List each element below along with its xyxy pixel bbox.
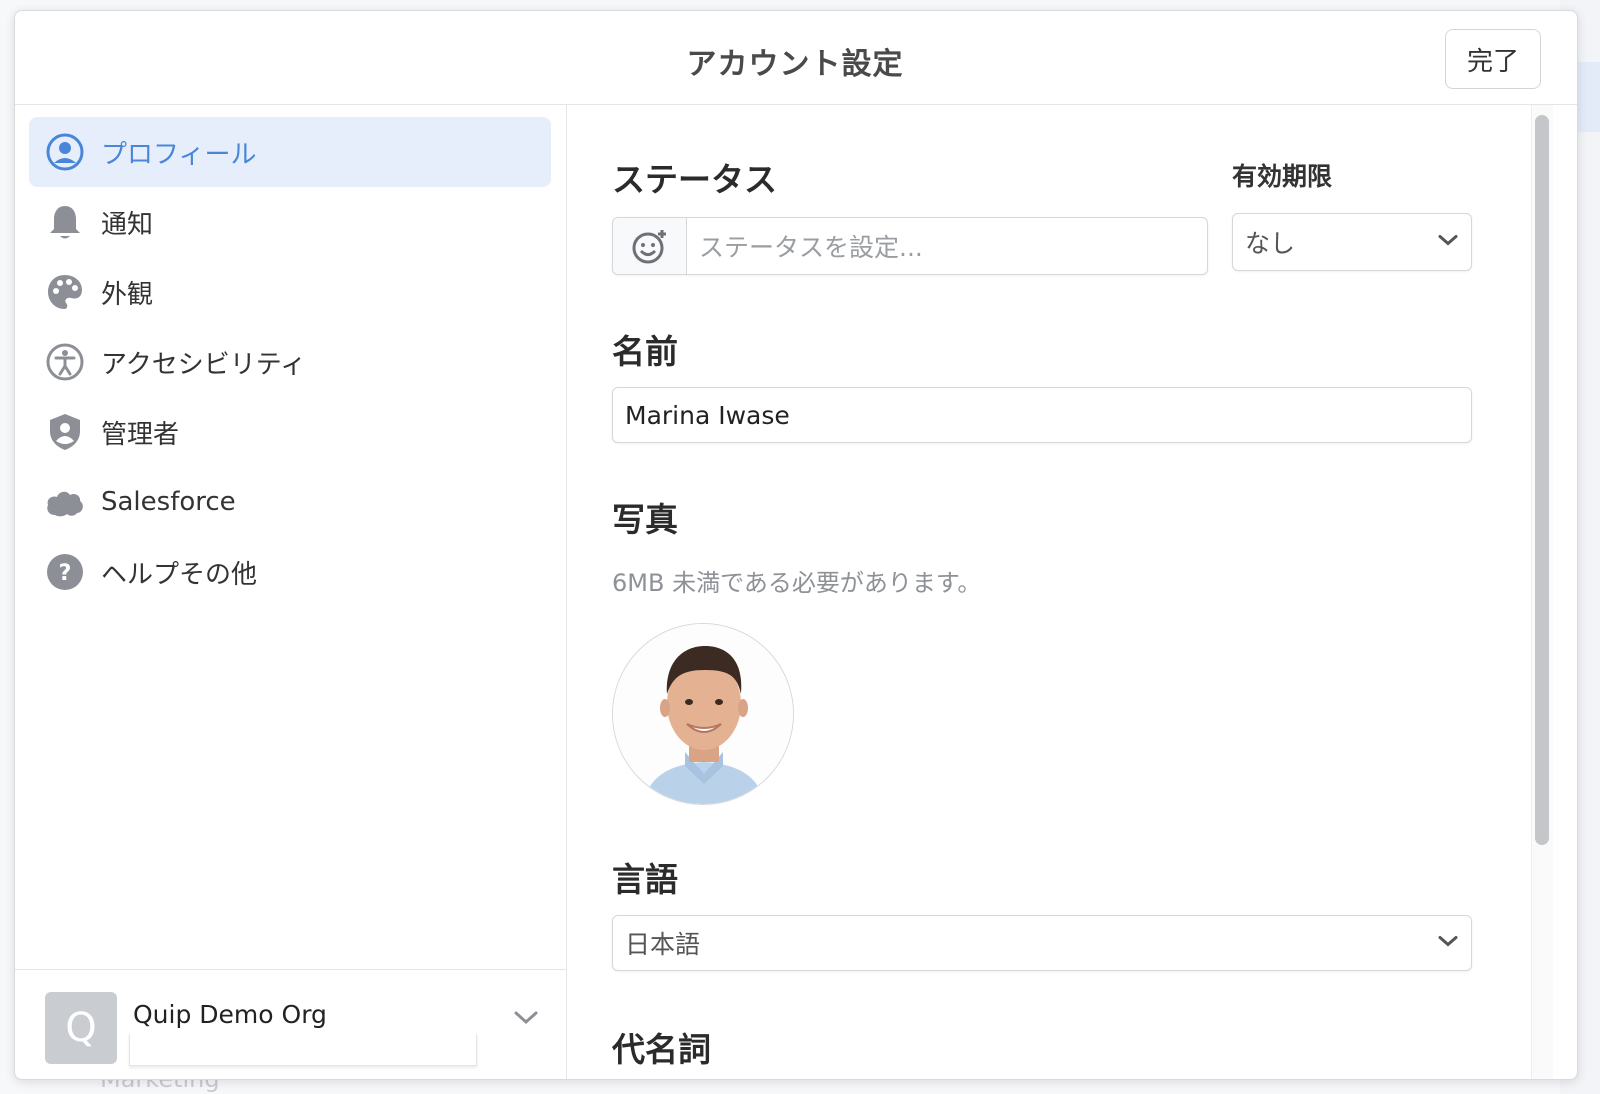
name-title: 名前	[612, 332, 678, 371]
account-settings-dialog: アカウント設定 完了 プロフィール 通知 外観 アクセシビリティ 管理者 Sal…	[14, 10, 1578, 1080]
chevron-down-icon	[1437, 233, 1459, 252]
cloud-icon	[45, 482, 85, 522]
sidebar-item-admin[interactable]: 管理者	[29, 397, 551, 467]
sidebar-item-accessibility[interactable]: アクセシビリティ	[29, 327, 551, 397]
palette-icon	[45, 272, 85, 312]
sidebar-item-label: 外観	[101, 279, 154, 310]
accessibility-icon	[45, 342, 85, 382]
settings-sidebar: プロフィール 通知 外観 アクセシビリティ 管理者 Salesforce ? ヘ…	[15, 105, 567, 1079]
sidebar-item-label: アクセシビリティ	[101, 349, 307, 380]
sidebar-item-help[interactable]: ? ヘルプその他	[29, 537, 551, 607]
svg-text:?: ?	[59, 561, 72, 586]
profile-icon	[45, 132, 85, 172]
photo-title: 写真	[612, 500, 678, 539]
done-button[interactable]: 完了	[1445, 29, 1541, 89]
expiry-label: 有効期限	[1232, 162, 1333, 191]
emoji-add-icon	[632, 230, 666, 264]
photo-hint: 6MB 未満である必要があります。	[612, 569, 982, 597]
org-name: Quip Demo Org	[133, 1000, 327, 1029]
org-switcher[interactable]: Q Quip Demo Org	[15, 969, 567, 1079]
language-title: 言語	[612, 860, 678, 899]
sidebar-item-label: 管理者	[101, 419, 180, 450]
language-select-value: 日本語	[625, 930, 701, 959]
sidebar-item-notifications[interactable]: 通知	[29, 187, 551, 257]
org-avatar: Q	[45, 992, 117, 1064]
status-input[interactable]: ステータスを設定...	[687, 228, 923, 264]
expiry-select-value: なし	[1245, 229, 1296, 258]
sidebar-item-label: ヘルプその他	[101, 559, 258, 590]
name-field-value: Marina Iwase	[625, 400, 790, 430]
dialog-header: アカウント設定 完了	[15, 11, 1577, 105]
bell-icon	[45, 202, 85, 242]
sidebar-item-label: プロフィール	[101, 139, 257, 170]
profile-panel: ステータス 有効期限 ステータスを設定... なし 名前 Marina Iwas…	[568, 105, 1568, 1079]
sidebar-item-appearance[interactable]: 外観	[29, 257, 551, 327]
profile-photo[interactable]	[612, 623, 794, 805]
dialog-title: アカウント設定	[686, 47, 904, 82]
language-select[interactable]: 日本語	[612, 915, 1472, 971]
pronouns-title: 代名詞	[612, 1030, 711, 1069]
sidebar-item-salesforce[interactable]: Salesforce	[29, 467, 551, 537]
help-icon: ?	[45, 552, 85, 592]
name-field[interactable]: Marina Iwase	[612, 387, 1472, 443]
shield-icon	[45, 412, 85, 452]
status-input-group: ステータスを設定...	[612, 217, 1208, 275]
org-sub-field	[129, 1034, 477, 1066]
status-title: ステータス	[612, 160, 777, 199]
sidebar-item-label: 通知	[101, 209, 154, 240]
sidebar-item-label: Salesforce	[101, 487, 236, 517]
emoji-picker-button[interactable]	[613, 218, 687, 274]
chevron-down-icon	[1437, 934, 1459, 953]
scrollbar-thumb[interactable]	[1535, 115, 1549, 845]
chevron-down-icon[interactable]	[513, 1010, 539, 1030]
sidebar-item-profile[interactable]: プロフィール	[29, 117, 551, 187]
expiry-select[interactable]: なし	[1232, 213, 1472, 271]
